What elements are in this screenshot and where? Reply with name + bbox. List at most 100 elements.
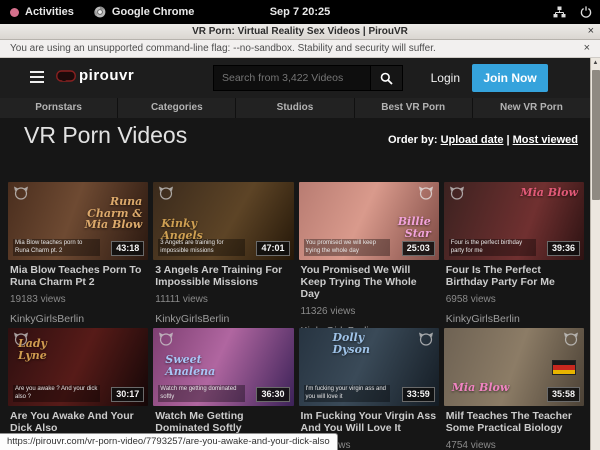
thumbnail-caption: Are you awake ? And your dick also ? bbox=[13, 385, 100, 402]
order-by-controls: Order by: Upload date|Most viewed bbox=[388, 134, 578, 146]
cat-mask-logo-icon bbox=[13, 332, 29, 346]
thumbnail-caption: I'm fucking your virgin ass and you will… bbox=[304, 385, 391, 402]
video-card[interactable]: Mia Blow 35:58 Milf Teaches The Teacher … bbox=[444, 328, 584, 450]
video-duration: 36:30 bbox=[256, 387, 289, 402]
thumbnail-caption: Mia Blow teaches porn to Runa Charm pt. … bbox=[13, 239, 100, 256]
scrollbar-thumb[interactable] bbox=[592, 70, 600, 200]
thumbnail-caption: Four is the perfect birthday party for m… bbox=[449, 239, 536, 256]
network-tree-icon[interactable] bbox=[553, 6, 566, 18]
cat-mask-logo-icon bbox=[158, 332, 174, 346]
cat-mask-logo-icon bbox=[449, 186, 465, 200]
main-nav: Pornstars Categories Studios Best VR Por… bbox=[0, 98, 590, 118]
video-grid: Runa Charm & Mia Blow Mia Blow teaches p… bbox=[8, 182, 584, 450]
video-duration: 30:17 bbox=[111, 387, 144, 402]
video-card[interactable]: Runa Charm & Mia Blow Mia Blow teaches p… bbox=[8, 182, 148, 327]
video-duration: 43:18 bbox=[111, 241, 144, 256]
video-card[interactable]: Kinky Angels 3 Angels are training for i… bbox=[153, 182, 293, 327]
video-card[interactable]: Lady Lyne Are you awake ? And your dick … bbox=[8, 328, 148, 450]
warning-close-icon[interactable]: × bbox=[584, 40, 590, 57]
video-views: 4754 views bbox=[444, 440, 584, 450]
video-duration: 39:36 bbox=[547, 241, 580, 256]
video-title[interactable]: Milf Teaches The Teacher Some Practical … bbox=[444, 410, 584, 434]
thumbnail-caption: Watch me getting dominated softly bbox=[158, 385, 245, 402]
thumbnail-overlay-title: Dolly Dyson bbox=[333, 332, 403, 355]
scrollbar-up-arrow-icon[interactable]: ▲ bbox=[591, 58, 600, 68]
thumbnail-overlay-title: Billie Star bbox=[371, 216, 431, 239]
video-title[interactable]: Im Fucking Your Virgin Ass And You Will … bbox=[299, 410, 439, 434]
cat-mask-logo-icon bbox=[418, 332, 434, 346]
german-flag bbox=[552, 360, 576, 375]
search-input[interactable] bbox=[213, 65, 371, 91]
order-by-label: Order by: bbox=[388, 134, 438, 146]
video-thumbnail[interactable]: Mia Blow 35:58 bbox=[444, 328, 584, 406]
video-duration: 35:58 bbox=[547, 387, 580, 402]
power-icon[interactable] bbox=[580, 6, 592, 18]
video-card[interactable]: Mia Blow Four is the perfect birthday pa… bbox=[444, 182, 584, 327]
video-card[interactable]: Sweet Analena Watch me getting dominated… bbox=[153, 328, 293, 450]
video-title[interactable]: Four Is The Perfect Birthday Party For M… bbox=[444, 264, 584, 288]
video-thumbnail[interactable]: Mia Blow Four is the perfect birthday pa… bbox=[444, 182, 584, 260]
thumbnail-caption: You promised we will keep trying the who… bbox=[304, 239, 391, 256]
nav-item-new-vr-porn[interactable]: New VR Porn bbox=[473, 98, 590, 118]
video-title[interactable]: Watch Me Getting Dominated Softly bbox=[153, 410, 293, 434]
search-icon bbox=[380, 72, 393, 85]
thumbnail-overlay-title: Mia Blow bbox=[518, 187, 578, 199]
link-preview-status-bar: https://pirouvr.com/vr-porn-video/779325… bbox=[0, 433, 338, 450]
video-title[interactable]: You Promised We Will Keep Trying The Who… bbox=[299, 264, 439, 300]
cat-mask-logo-icon bbox=[418, 186, 434, 200]
search-bar bbox=[213, 65, 403, 91]
window-title: VR Porn: Virtual Reality Sex Videos | Pi… bbox=[0, 24, 600, 39]
video-duration: 47:01 bbox=[256, 241, 289, 256]
warning-text: You are using an unsupported command-lin… bbox=[10, 40, 436, 57]
order-link-upload-date[interactable]: Upload date bbox=[441, 134, 504, 146]
nav-item-categories[interactable]: Categories bbox=[118, 98, 236, 118]
video-thumbnail[interactable]: Billie Star You promised we will keep tr… bbox=[299, 182, 439, 260]
login-link[interactable]: Login bbox=[431, 58, 460, 98]
video-studio-link[interactable]: KinkyGirlsBerlin bbox=[444, 313, 584, 325]
window-title-bar: VR Porn: Virtual Reality Sex Videos | Pi… bbox=[0, 24, 600, 40]
video-title[interactable]: 3 Angels Are Training For Impossible Mis… bbox=[153, 264, 293, 288]
site-logo[interactable]: pirouvr bbox=[56, 67, 134, 84]
nav-item-best-vr-porn[interactable]: Best VR Porn bbox=[355, 98, 473, 118]
system-top-bar: Activities Google Chrome Sep 7 20:25 bbox=[0, 0, 600, 24]
vr-goggles-icon bbox=[56, 70, 76, 82]
thumbnail-overlay-title: Kinky Angels bbox=[161, 218, 221, 241]
clock[interactable]: Sep 7 20:25 bbox=[0, 0, 600, 24]
video-card[interactable]: Billie Star You promised we will keep tr… bbox=[299, 182, 439, 327]
nav-item-studios[interactable]: Studios bbox=[236, 98, 354, 118]
video-studio-link[interactable]: KinkyGirlsBerlin bbox=[153, 313, 293, 325]
video-thumbnail[interactable]: Runa Charm & Mia Blow Mia Blow teaches p… bbox=[8, 182, 148, 260]
video-duration: 33:59 bbox=[402, 387, 435, 402]
site-header: pirouvr Login Join Now bbox=[0, 58, 590, 98]
thumbnail-overlay-title: Mia Blow bbox=[452, 382, 512, 394]
video-thumbnail[interactable]: Lady Lyne Are you awake ? And your dick … bbox=[8, 328, 148, 406]
video-thumbnail[interactable]: Kinky Angels 3 Angels are training for i… bbox=[153, 182, 293, 260]
video-title[interactable]: Mia Blow Teaches Porn To Runa Charm Pt 2 bbox=[8, 264, 148, 288]
cat-mask-logo-icon bbox=[563, 332, 579, 346]
video-card[interactable]: Dolly Dyson I'm fucking your virgin ass … bbox=[299, 328, 439, 450]
page-title: VR Porn Videos bbox=[24, 122, 187, 149]
join-now-button[interactable]: Join Now bbox=[472, 64, 548, 92]
order-separator: | bbox=[507, 134, 510, 146]
site-logo-text: pirouvr bbox=[79, 67, 134, 84]
menu-hamburger-icon[interactable] bbox=[30, 71, 44, 86]
video-studio-link[interactable]: KinkyGirlsBerlin bbox=[8, 313, 148, 325]
video-views: 6958 views bbox=[444, 294, 584, 305]
cat-mask-logo-icon bbox=[158, 186, 174, 200]
nav-item-pornstars[interactable]: Pornstars bbox=[0, 98, 118, 118]
video-views: 19183 views bbox=[8, 294, 148, 305]
video-thumbnail[interactable]: Dolly Dyson I'm fucking your virgin ass … bbox=[299, 328, 439, 406]
thumbnail-overlay-title: Sweet Analena bbox=[165, 354, 235, 377]
search-button[interactable] bbox=[371, 65, 403, 91]
video-duration: 25:03 bbox=[402, 241, 435, 256]
scrollbar[interactable]: ▲ bbox=[590, 58, 600, 450]
cat-mask-logo-icon bbox=[13, 186, 29, 200]
thumbnail-overlay-title: Runa Charm & Mia Blow bbox=[72, 196, 142, 231]
window-close-icon[interactable]: × bbox=[588, 24, 594, 39]
browser-viewport: pirouvr Login Join Now Pornstars Categor… bbox=[0, 58, 600, 450]
video-thumbnail[interactable]: Sweet Analena Watch me getting dominated… bbox=[153, 328, 293, 406]
video-title[interactable]: Are You Awake And Your Dick Also bbox=[8, 410, 148, 434]
order-link-most-viewed[interactable]: Most viewed bbox=[513, 134, 578, 146]
chrome-warning-bar: You are using an unsupported command-lin… bbox=[0, 40, 600, 58]
video-views: 11326 views bbox=[299, 306, 439, 317]
